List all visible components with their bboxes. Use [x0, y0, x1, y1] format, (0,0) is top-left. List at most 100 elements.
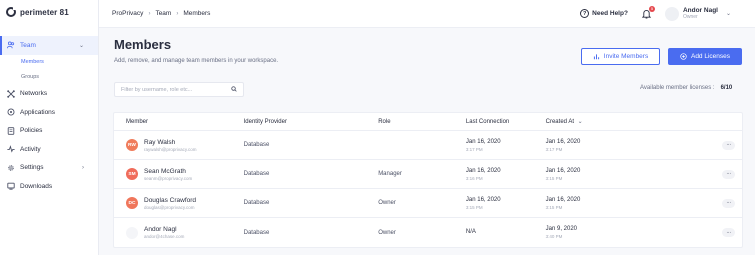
sidebar-item-activity[interactable]: Activity — [0, 140, 98, 159]
member-cell: Andor Nagl andor@4chase.com — [114, 226, 244, 239]
column-header-last-connection[interactable]: Last Connection — [466, 119, 546, 125]
column-header-label: Created At — [545, 119, 574, 125]
breadcrumb-separator-icon: › — [176, 10, 179, 17]
created-at-date: Jan 16, 2020 — [545, 167, 581, 174]
chevron-down-icon: ⌄ — [725, 11, 731, 17]
sidebar-item-label: Networks — [20, 90, 48, 98]
notification-badge: 5 — [648, 5, 655, 12]
sidebar-item-applications[interactable]: Applications — [0, 103, 98, 122]
table-row[interactable]: Andor Nagl andor@4chase.com Database Own… — [114, 218, 742, 247]
created-at-cell: Jan 16, 2020 3:15 PM — [546, 197, 715, 210]
top-bar-actions: ? Need Help? 5 Andor Nagl Owner ⌄ — [580, 5, 755, 21]
help-button[interactable]: ? Need Help? — [580, 9, 628, 18]
member-cell: DC Douglas Crawford douglas@proprivacy.c… — [114, 197, 244, 210]
role-cell: Owner — [378, 200, 396, 206]
more-options-button[interactable]: ··· — [722, 228, 736, 237]
search-icon[interactable] — [231, 85, 237, 94]
last-connection-date: Jan 16, 2020 — [465, 138, 501, 145]
more-options-button[interactable]: ··· — [722, 198, 736, 208]
identity-provider-cell: Database — [243, 142, 270, 148]
user-menu[interactable]: Andor Nagl Owner ⌄ — [664, 6, 731, 21]
sidebar-item-policies[interactable]: Policies — [0, 122, 98, 141]
identity-provider-cell: Database — [243, 229, 270, 236]
breadcrumb-item[interactable]: ProPrivacy — [112, 10, 143, 17]
identity-provider-cell: Database — [243, 171, 270, 177]
search-input[interactable] — [121, 86, 231, 93]
member-info: Ray Walsh raywalsh@proprivacy.com — [144, 139, 197, 152]
member-email: raywalsh@proprivacy.com — [144, 146, 197, 152]
policies-icon — [7, 126, 15, 135]
sidebar-item-label: Activity — [20, 145, 41, 153]
help-icon: ? — [580, 9, 590, 18]
page-subtitle: Add, remove, and manage team members in … — [114, 58, 279, 64]
member-info: Sean McGrath seanm@proprivacy.com — [144, 168, 192, 181]
add-licenses-label: Add Licenses — [690, 53, 731, 60]
sidebar-subitem-members[interactable]: Members — [0, 55, 98, 70]
avatar: DC — [126, 197, 138, 209]
more-options-button[interactable]: ··· — [722, 169, 736, 179]
avatar: RW — [126, 139, 138, 151]
gear-icon — [7, 164, 15, 172]
sidebar-nav: Team ⌄ Members Groups Networks Applicati… — [0, 36, 98, 196]
created-at-date: Jan 9, 2020 — [545, 226, 577, 232]
last-connection-time: 3:16 PM — [465, 175, 483, 181]
licenses-value: 6/10 — [720, 85, 733, 91]
table-row[interactable]: RW Ray Walsh raywalsh@proprivacy.com Dat… — [114, 131, 742, 160]
role-cell: Manager — [378, 171, 402, 177]
page-title: Members — [114, 37, 172, 52]
member-info: Douglas Crawford douglas@proprivacy.com — [144, 197, 196, 210]
created-at-time: 3:15 PM — [545, 204, 563, 210]
table-row[interactable]: SM Sean McGrath seanm@proprivacy.com Dat… — [114, 160, 742, 189]
created-at-time: 3:40 PM — [545, 234, 563, 239]
column-header-identity-provider[interactable]: Identity Provider — [244, 119, 379, 125]
member-info: Andor Nagl andor@4chase.com — [144, 226, 184, 239]
sidebar-item-settings[interactable]: Settings › — [0, 159, 98, 178]
brand-name: perimeter 81 — [20, 7, 69, 17]
sidebar-item-downloads[interactable]: Downloads — [0, 177, 98, 196]
created-at-cell: Jan 16, 2020 3:17 PM — [546, 139, 715, 152]
more-options-button[interactable]: ··· — [722, 140, 736, 150]
last-connection-cell: Jan 16, 2020 3:16 PM — [466, 168, 546, 181]
add-licenses-button[interactable]: Add Licenses — [668, 48, 742, 65]
row-actions: ··· — [715, 228, 742, 237]
sort-icon: ⌄ — [577, 119, 583, 125]
column-header-member[interactable]: Member — [114, 119, 244, 125]
invite-members-button[interactable]: Invite Members — [581, 48, 660, 65]
sidebar-item-team[interactable]: Team ⌄ — [0, 36, 98, 55]
user-role: Owner — [682, 14, 698, 20]
bar-chart-icon — [593, 54, 599, 60]
column-header-role[interactable]: Role — [378, 119, 466, 125]
member-cell: RW Ray Walsh raywalsh@proprivacy.com — [114, 139, 244, 152]
brand[interactable]: perimeter 81 — [0, 0, 98, 24]
member-cell: SM Sean McGrath seanm@proprivacy.com — [114, 168, 244, 181]
avatar — [126, 226, 138, 239]
notifications-button[interactable]: 5 — [641, 5, 655, 20]
licenses-label: Available member licenses : — [640, 85, 715, 91]
column-header-created-at[interactable]: Created At ⌄ — [546, 118, 715, 125]
invite-members-label: Invite Members — [603, 53, 649, 60]
sidebar-item-label: Settings — [20, 164, 44, 172]
chevron-right-icon: › — [82, 164, 84, 171]
activity-icon — [7, 145, 15, 153]
identity-provider-cell: Database — [243, 200, 270, 206]
member-name: Douglas Crawford — [144, 196, 197, 204]
last-connection-date: Jan 16, 2020 — [465, 196, 501, 203]
table-row[interactable]: DC Douglas Crawford douglas@proprivacy.c… — [114, 189, 742, 218]
breadcrumb-item-current: Members — [183, 10, 211, 17]
sidebar-item-networks[interactable]: Networks — [0, 85, 98, 104]
last-connection-time: 3:17 PM — [465, 146, 483, 152]
sidebar: perimeter 81 Team ⌄ Members Groups Netwo… — [0, 0, 99, 255]
sidebar-item-label: Applications — [20, 108, 56, 116]
licenses-info: Available member licenses : 6/10 — [640, 85, 732, 91]
last-connection-cell: Jan 16, 2020 3:17 PM — [466, 139, 546, 152]
sidebar-item-label: Team — [20, 41, 36, 49]
sidebar-subitem-groups[interactable]: Groups — [0, 70, 98, 85]
top-bar: ProPrivacy › Team › Members ? Need Help?… — [99, 0, 755, 28]
avatar: SM — [126, 168, 138, 180]
sidebar-item-label: Downloads — [20, 182, 53, 190]
row-actions: ··· — [715, 140, 742, 150]
breadcrumb-separator-icon: › — [148, 10, 151, 17]
sidebar-item-label: Policies — [20, 127, 43, 135]
brand-logo-icon — [6, 6, 17, 17]
breadcrumb-item[interactable]: Team — [155, 10, 171, 17]
